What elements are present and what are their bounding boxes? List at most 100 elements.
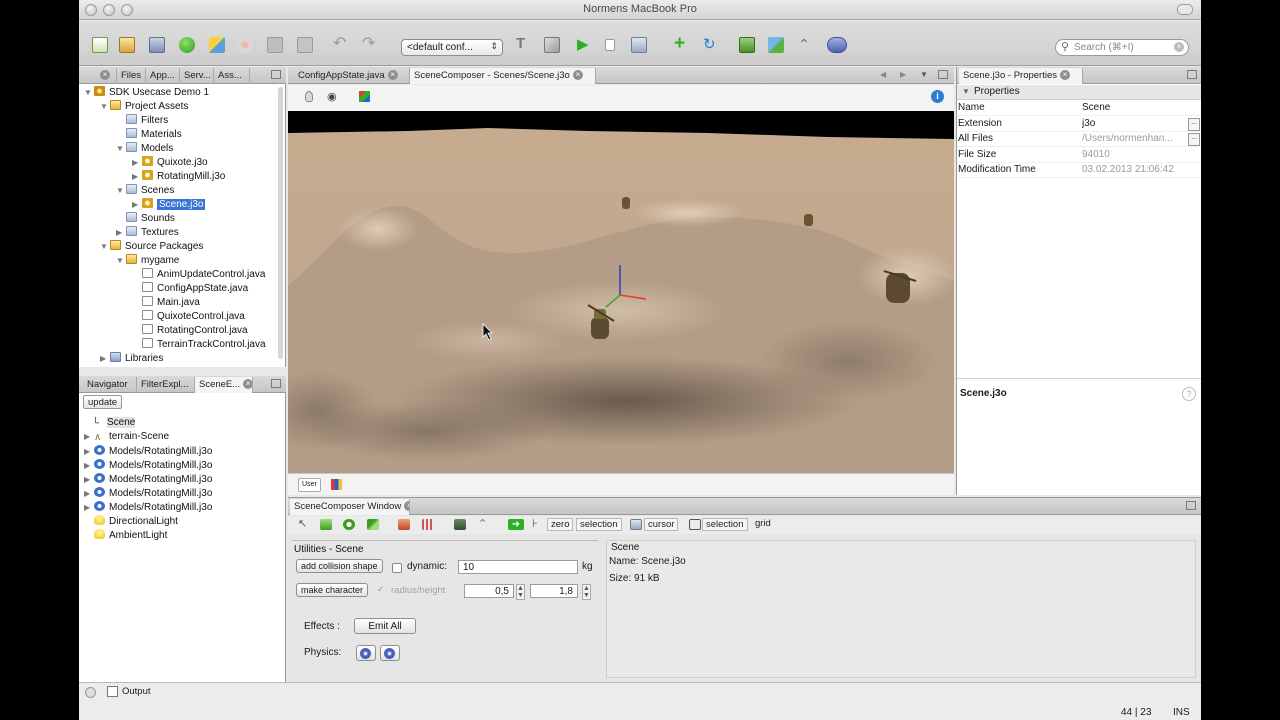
expand-triangle-icon[interactable]: ▶: [100, 354, 110, 363]
tab-config-app-state[interactable]: ConfigAppState.java ×: [294, 68, 410, 84]
close-tab-icon[interactable]: ×: [1060, 70, 1070, 80]
tree-item[interactable]: ▼ Scenes: [116, 184, 174, 198]
new-project-icon[interactable]: [119, 37, 135, 53]
run-configuration-select[interactable]: <default conf... ⇕: [401, 39, 503, 56]
minimize-panel-icon[interactable]: [1186, 501, 1196, 510]
rotate-tool-icon[interactable]: [343, 519, 355, 530]
deploy-icon[interactable]: [827, 37, 847, 53]
expand-triangle-icon[interactable]: ▼: [100, 102, 110, 111]
scene-tree-item[interactable]: ▶ Models/RotatingMill.j3o: [84, 445, 212, 459]
tab-scene-explorer[interactable]: SceneE... ×: [195, 377, 253, 393]
tree-item[interactable]: Main.java: [132, 296, 200, 310]
expand-triangle-icon[interactable]: ▶: [132, 172, 142, 181]
tab-properties[interactable]: Scene.j3o - Properties ×: [959, 68, 1083, 84]
tree-item[interactable]: ▶ Quixote.j3o: [132, 156, 208, 170]
help-icon[interactable]: ?: [1182, 387, 1196, 401]
tab-assets[interactable]: Ass...: [214, 68, 250, 84]
run-icon[interactable]: ▶: [577, 37, 593, 53]
terrain-tool-icon[interactable]: ⌃: [478, 519, 490, 530]
expand-triangle-icon[interactable]: ▶: [84, 447, 94, 456]
save-icon[interactable]: [267, 37, 283, 53]
grid-tool-icon[interactable]: [422, 519, 434, 530]
property-value[interactable]: /Users/normenhan...: [1082, 133, 1186, 144]
tree-item[interactable]: ▼ mygame: [116, 254, 179, 268]
stats-chart-icon[interactable]: [331, 479, 342, 490]
expand-triangle-icon[interactable]: ▶: [84, 432, 94, 441]
redo-icon[interactable]: ↷: [362, 36, 378, 53]
scene-tree-item[interactable]: ▶ ∧ terrain-Scene: [84, 431, 169, 445]
expand-triangle-icon[interactable]: ▶: [84, 503, 94, 512]
close-tab-icon[interactable]: ×: [100, 70, 110, 80]
property-row[interactable]: File Size 94010: [957, 148, 1201, 163]
expand-triangle-icon[interactable]: ▼: [116, 256, 126, 265]
light-bulb-icon[interactable]: [305, 91, 313, 102]
properties-section-header[interactable]: ▼ Properties: [957, 85, 1201, 100]
output-button[interactable]: Output: [122, 686, 151, 697]
tree-item[interactable]: ▶ Scene.j3o: [132, 198, 206, 212]
tree-item[interactable]: ▼ SDK Usecase Demo 1: [84, 86, 209, 100]
emit-all-button[interactable]: Emit All: [354, 618, 416, 634]
scene-tree-item[interactable]: ▶ Models/RotatingMill.j3o: [84, 487, 212, 501]
scene-tree-item[interactable]: DirectionalLight: [84, 515, 178, 529]
new-file-icon[interactable]: [92, 37, 108, 53]
add-icon[interactable]: +: [674, 34, 690, 53]
move-tool-icon[interactable]: [320, 519, 332, 530]
3d-viewport[interactable]: [288, 111, 954, 473]
open-project-icon[interactable]: [149, 37, 165, 53]
expand-triangle-icon[interactable]: ▼: [116, 144, 126, 153]
minimize-panel-icon[interactable]: [271, 70, 281, 79]
update-button[interactable]: update: [83, 395, 123, 409]
property-value[interactable]: 94010: [1082, 149, 1186, 160]
add-collision-shape-button[interactable]: add collision shape: [296, 559, 383, 573]
camera-tool-icon[interactable]: [454, 519, 466, 530]
minimize-panel-icon[interactable]: [271, 379, 281, 388]
tab-services[interactable]: Serv...: [180, 68, 214, 84]
property-row[interactable]: All Files/Users/normenhan......: [957, 132, 1201, 147]
physics-pause-button[interactable]: [380, 645, 400, 661]
scene-tree-item[interactable]: ▶ Models/RotatingMill.j3o: [84, 473, 212, 487]
tree-item[interactable]: ▶ RotatingMill.j3o: [132, 170, 225, 184]
tree-item[interactable]: ConfigAppState.java: [132, 282, 248, 296]
expand-triangle-icon[interactable]: ▶: [116, 228, 126, 237]
tab-scene-composer-window[interactable]: SceneComposer Window×: [290, 499, 410, 515]
tree-item[interactable]: ▼ Models: [116, 142, 173, 156]
cursor-button[interactable]: cursor: [644, 518, 679, 531]
tree-item[interactable]: ▶ Textures: [116, 226, 179, 240]
expand-triangle-icon[interactable]: ▶: [84, 461, 94, 470]
tree-item[interactable]: RotatingControl.java: [132, 324, 248, 338]
tree-item[interactable]: AnimUpdateControl.java: [132, 268, 265, 282]
zero-button[interactable]: zero: [547, 518, 574, 531]
property-row[interactable]: Name Scene: [957, 101, 1201, 116]
mass-field[interactable]: 10: [458, 560, 578, 574]
image-icon[interactable]: [739, 37, 755, 53]
mountain-icon[interactable]: ⌃: [798, 37, 814, 53]
arrow-right-icon[interactable]: ➜: [508, 519, 524, 530]
tree-item[interactable]: Filters: [116, 114, 168, 128]
undo-icon[interactable]: ↶: [333, 36, 349, 53]
tab-navigator[interactable]: Navigator: [83, 377, 137, 393]
move-to-selection-button[interactable]: selection: [576, 518, 622, 531]
property-row[interactable]: Extension j3o...: [957, 117, 1201, 132]
physics-play-button[interactable]: [356, 645, 376, 661]
camera-view-button[interactable]: User: [298, 478, 321, 492]
tree-item[interactable]: ▼ Source Packages: [100, 240, 203, 254]
search-input[interactable]: ⚲ Search (⌘+I) ×: [1055, 39, 1189, 56]
minimize-panel-icon[interactable]: [1187, 70, 1197, 79]
tree-item[interactable]: Sounds: [116, 212, 175, 226]
expand-triangle-icon[interactable]: ▶: [84, 475, 94, 484]
clean-build-icon[interactable]: [237, 37, 253, 53]
show-selection-toggle[interactable]: selection: [702, 518, 748, 531]
show-grid-toggle[interactable]: grid: [752, 518, 774, 531]
expand-triangle-icon[interactable]: ▶: [132, 200, 142, 209]
windmill-model[interactable]: [804, 214, 813, 226]
dynamic-checkbox[interactable]: [392, 563, 402, 573]
scene-tree-item[interactable]: ▶ Models/RotatingMill.j3o: [84, 501, 212, 515]
tab-files[interactable]: Files: [116, 68, 146, 84]
tree-item[interactable]: Materials: [116, 128, 182, 142]
height-stepper[interactable]: ▲ ▼: [582, 584, 591, 600]
show-opened-documents-icon[interactable]: ▼: [920, 70, 928, 79]
make-character-button[interactable]: make character: [296, 583, 369, 597]
expand-triangle-icon[interactable]: ▼: [100, 242, 110, 251]
clear-search-icon[interactable]: ×: [1174, 42, 1184, 52]
scroll-tabs-right-icon[interactable]: ▶: [900, 70, 906, 79]
